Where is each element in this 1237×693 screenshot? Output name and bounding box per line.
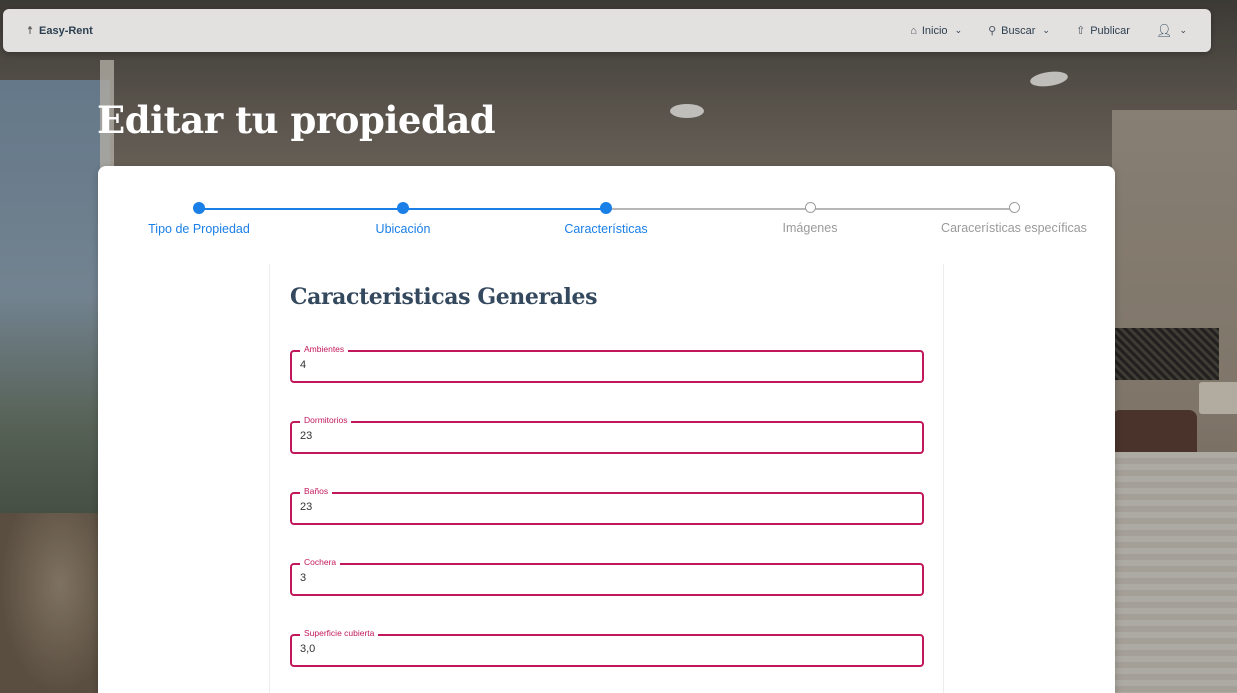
dormitorios-field: Dormitorios [290,415,924,454]
step-label: Tipo de Propiedad [148,222,250,236]
chevron-down-icon: ⌄ [954,25,963,35]
step-dot [804,202,816,213]
superficie-cubierta-field: Superficie cubierta [290,628,924,667]
step-dot [193,202,205,214]
chevron-down-icon: ⌄ [1179,25,1187,35]
step-ubicacion[interactable]: Ubicación [308,202,498,236]
chevron-down-icon: ⌄ [1042,25,1050,35]
field-label: Baños [300,486,333,496]
banos-input[interactable] [300,501,900,513]
logo-icon: ☨ [27,25,33,37]
nav-buscar[interactable]: ⚲ Buscar ⌄ [988,24,1050,38]
general-features-form: Caracteristicas Generales Ambientes Dorm… [269,264,944,693]
step-dot [600,202,612,214]
step-imagenes[interactable]: Imágenes [715,202,905,235]
step-label: Ubicación [375,222,431,236]
step-label: Características [564,222,648,236]
brand-link[interactable]: ☨ Easy-Rent [27,24,93,38]
navbar: ☨ Easy-Rent ⌂ Inicio ⌄ ⚲ Buscar ⌄ ⇧ Publ… [3,9,1211,52]
search-icon: ⚲ [988,25,997,37]
step-caracteristicas[interactable]: Características [511,202,701,236]
superficie-cubierta-input[interactable] [300,643,900,655]
home-icon: ⌂ [910,24,917,37]
cochera-input[interactable] [300,572,900,584]
ambientes-field: Ambientes [290,344,924,383]
nav-buscar-label: Buscar [1001,24,1036,37]
nav-menu: ⌂ Inicio ⌄ ⚲ Buscar ⌄ ⇧ Publicar 👤︎ ⌄ [910,23,1187,39]
field-label: Superficie cubierta [300,628,379,638]
nav-publicar-label: Publicar [1090,24,1130,37]
edit-property-card: Tipo de Propiedad Ubicación Característi… [98,166,1115,693]
ambientes-input[interactable] [300,359,900,371]
cochera-field: Cochera [290,557,924,596]
step-tipo-propiedad[interactable]: Tipo de Propiedad [104,202,294,236]
nav-inicio-label: Inicio [921,24,948,37]
step-label: Imágenes [782,221,838,235]
step-caracteristicas-especificas[interactable]: Caracerísticas específicas [919,202,1109,235]
step-label: Caracerísticas específicas [941,221,1087,235]
section-title: Caracteristicas Generales [290,284,598,310]
nav-publicar[interactable]: ⇧ Publicar [1075,24,1130,38]
field-label: Ambientes [300,344,349,354]
step-dot [397,202,409,214]
nav-inicio[interactable]: ⌂ Inicio ⌄ [910,25,962,37]
upload-icon: ⇧ [1075,25,1086,37]
page-title: Editar tu propiedad [97,98,496,142]
field-label: Dormitorios [300,415,352,425]
brand-name: Easy-Rent [39,24,93,37]
banos-field: Baños [290,486,924,525]
field-label: Cochera [300,557,341,567]
user-icon: 👤︎ [1155,22,1173,38]
dormitorios-input[interactable] [300,430,900,442]
stepper: Tipo de Propiedad Ubicación Característi… [98,166,1115,256]
step-dot [1008,202,1020,213]
user-menu[interactable]: 👤︎ ⌄ [1156,23,1187,39]
